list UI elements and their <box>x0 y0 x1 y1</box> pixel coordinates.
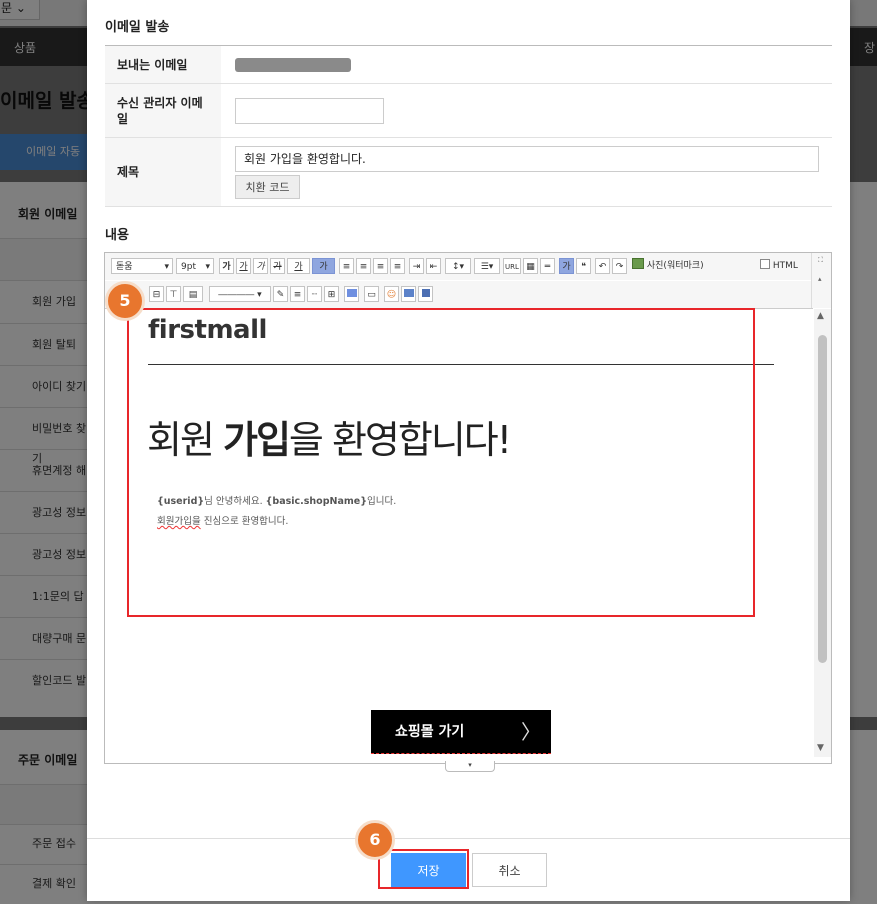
strikethrough-button[interactable]: 가 <box>270 258 285 274</box>
toolbar-scroll[interactable]: ⛶ ▴ <box>811 253 831 308</box>
image-icon <box>632 258 644 269</box>
font-size-select[interactable]: 9pt ▾ <box>176 258 214 274</box>
subject-row: 제목 치환 코드 <box>105 138 832 207</box>
html-toggle[interactable]: HTML <box>760 257 798 275</box>
subject-input[interactable] <box>235 145 819 172</box>
template-icon[interactable]: ▭ <box>364 286 379 302</box>
underline-button[interactable]: 가 <box>236 258 251 274</box>
outdent-icon[interactable]: ⇤ <box>426 258 441 274</box>
modal-footer: 저장 취소 <box>87 838 850 901</box>
horizontal-rule-icon[interactable]: ═ <box>540 258 555 274</box>
html-toggle-label: HTML <box>772 261 798 271</box>
collapse-icon: ⛶ <box>818 256 823 264</box>
save-button[interactable]: 저장 <box>391 853 466 887</box>
step-badge-5: 5 <box>105 281 145 321</box>
background-color-button[interactable]: 가 <box>312 258 335 274</box>
editor-toolbar-row-1: 돋움 ▾ 9pt ▾ 가 가 가 가 가 가 ≡ ≡ ≡ ≡ ⇥ ⇤ ↕▾ ☰▾ U… <box>105 253 813 280</box>
line-style-select[interactable]: ―――― ▾ <box>209 286 271 302</box>
sender-label: 보내는 이메일 <box>105 46 221 83</box>
italic-button[interactable]: 가 <box>253 258 268 274</box>
undo-icon[interactable]: ↶ <box>595 258 610 274</box>
font-family-value: 돋움 <box>116 262 133 272</box>
editor-toolbar-row-2: ⊟ ⊤ ▤ ―――― ▾ ✎ ≡ ┈ ⊞ ▭ ☺ <box>105 281 813 309</box>
email-send-modal: 이메일 발송 보내는 이메일 수신 관리자 이메일 제목 치환 코드 내용 돋움… <box>87 0 850 901</box>
url-button[interactable]: URL <box>503 258 521 274</box>
fill-color-icon[interactable] <box>344 286 359 302</box>
table-merge-icon[interactable]: ▤ <box>183 286 203 302</box>
table-row-icon[interactable]: ⊟ <box>149 286 164 302</box>
align-left-icon[interactable]: ≡ <box>339 258 354 274</box>
line-height-icon[interactable]: ↕▾ <box>445 258 471 274</box>
scroll-up-icon[interactable]: ▲ <box>817 311 824 321</box>
substitution-code-button[interactable]: 치환 코드 <box>235 174 300 199</box>
recipient-label: 수신 관리자 이메일 <box>105 84 221 137</box>
grid-icon[interactable]: ⊞ <box>324 286 339 302</box>
bold-button[interactable]: 가 <box>219 258 234 274</box>
dotted-line-icon[interactable]: ┈ <box>307 286 322 302</box>
subject-label: 제목 <box>105 138 221 206</box>
photo-watermark-button[interactable]: 사진(워터마크) <box>632 257 704 275</box>
chevron-down-icon: ▾ <box>164 262 169 272</box>
align-right-icon[interactable]: ≡ <box>373 258 388 274</box>
pen-icon[interactable]: ✎ <box>273 286 288 302</box>
scroll-up-icon: ▴ <box>818 275 822 283</box>
sender-email-redacted <box>235 57 351 72</box>
scrollbar-thumb[interactable] <box>818 335 827 663</box>
step-badge-6: 6 <box>355 820 395 860</box>
emoticon-icon[interactable]: ☺ <box>384 286 399 302</box>
text-color-button[interactable]: 가 <box>287 258 310 274</box>
content-label: 내용 <box>105 228 129 243</box>
checkbox-icon <box>760 259 770 269</box>
go-to-shop-label: 쇼핑몰 가기 <box>395 724 465 740</box>
lines-icon[interactable]: ≡ <box>290 286 305 302</box>
indent-icon[interactable]: ⇥ <box>409 258 424 274</box>
go-to-shop-button[interactable]: 쇼핑몰 가기 〉 <box>371 710 551 754</box>
image-insert-icon[interactable] <box>401 286 416 302</box>
media-icon[interactable] <box>418 286 433 302</box>
cancel-button[interactable]: 취소 <box>472 853 547 887</box>
editor-content-highlight <box>127 308 755 617</box>
list-icon[interactable]: ☰▾ <box>474 258 500 274</box>
recipient-email-input[interactable] <box>235 97 384 124</box>
redo-icon[interactable]: ↷ <box>612 258 627 274</box>
chevron-right-icon: 〉 <box>521 720 541 744</box>
font-size-value: 9pt <box>181 262 196 272</box>
chevron-down-icon: ▾ <box>205 262 210 272</box>
scroll-down-icon[interactable]: ▼ <box>817 743 824 753</box>
quote-icon[interactable]: ❝ <box>576 258 591 274</box>
sender-row: 보내는 이메일 <box>105 46 832 84</box>
modal-title: 이메일 발송 <box>105 20 170 35</box>
special-char-icon[interactable]: 가 <box>559 258 574 274</box>
font-family-select[interactable]: 돋움 ▾ <box>111 258 173 274</box>
table-icon[interactable]: ▦ <box>523 258 538 274</box>
editor-resize-handle[interactable]: ▾ <box>445 761 495 772</box>
table-col-icon[interactable]: ⊤ <box>166 286 181 302</box>
align-justify-icon[interactable]: ≡ <box>390 258 405 274</box>
photo-watermark-label: 사진(워터마크) <box>646 261 704 271</box>
recipient-row: 수신 관리자 이메일 <box>105 84 832 138</box>
align-center-icon[interactable]: ≡ <box>356 258 371 274</box>
email-form: 보내는 이메일 수신 관리자 이메일 제목 치환 코드 <box>105 45 832 207</box>
editor-scrollbar[interactable]: ▲ ▼ <box>814 309 831 757</box>
